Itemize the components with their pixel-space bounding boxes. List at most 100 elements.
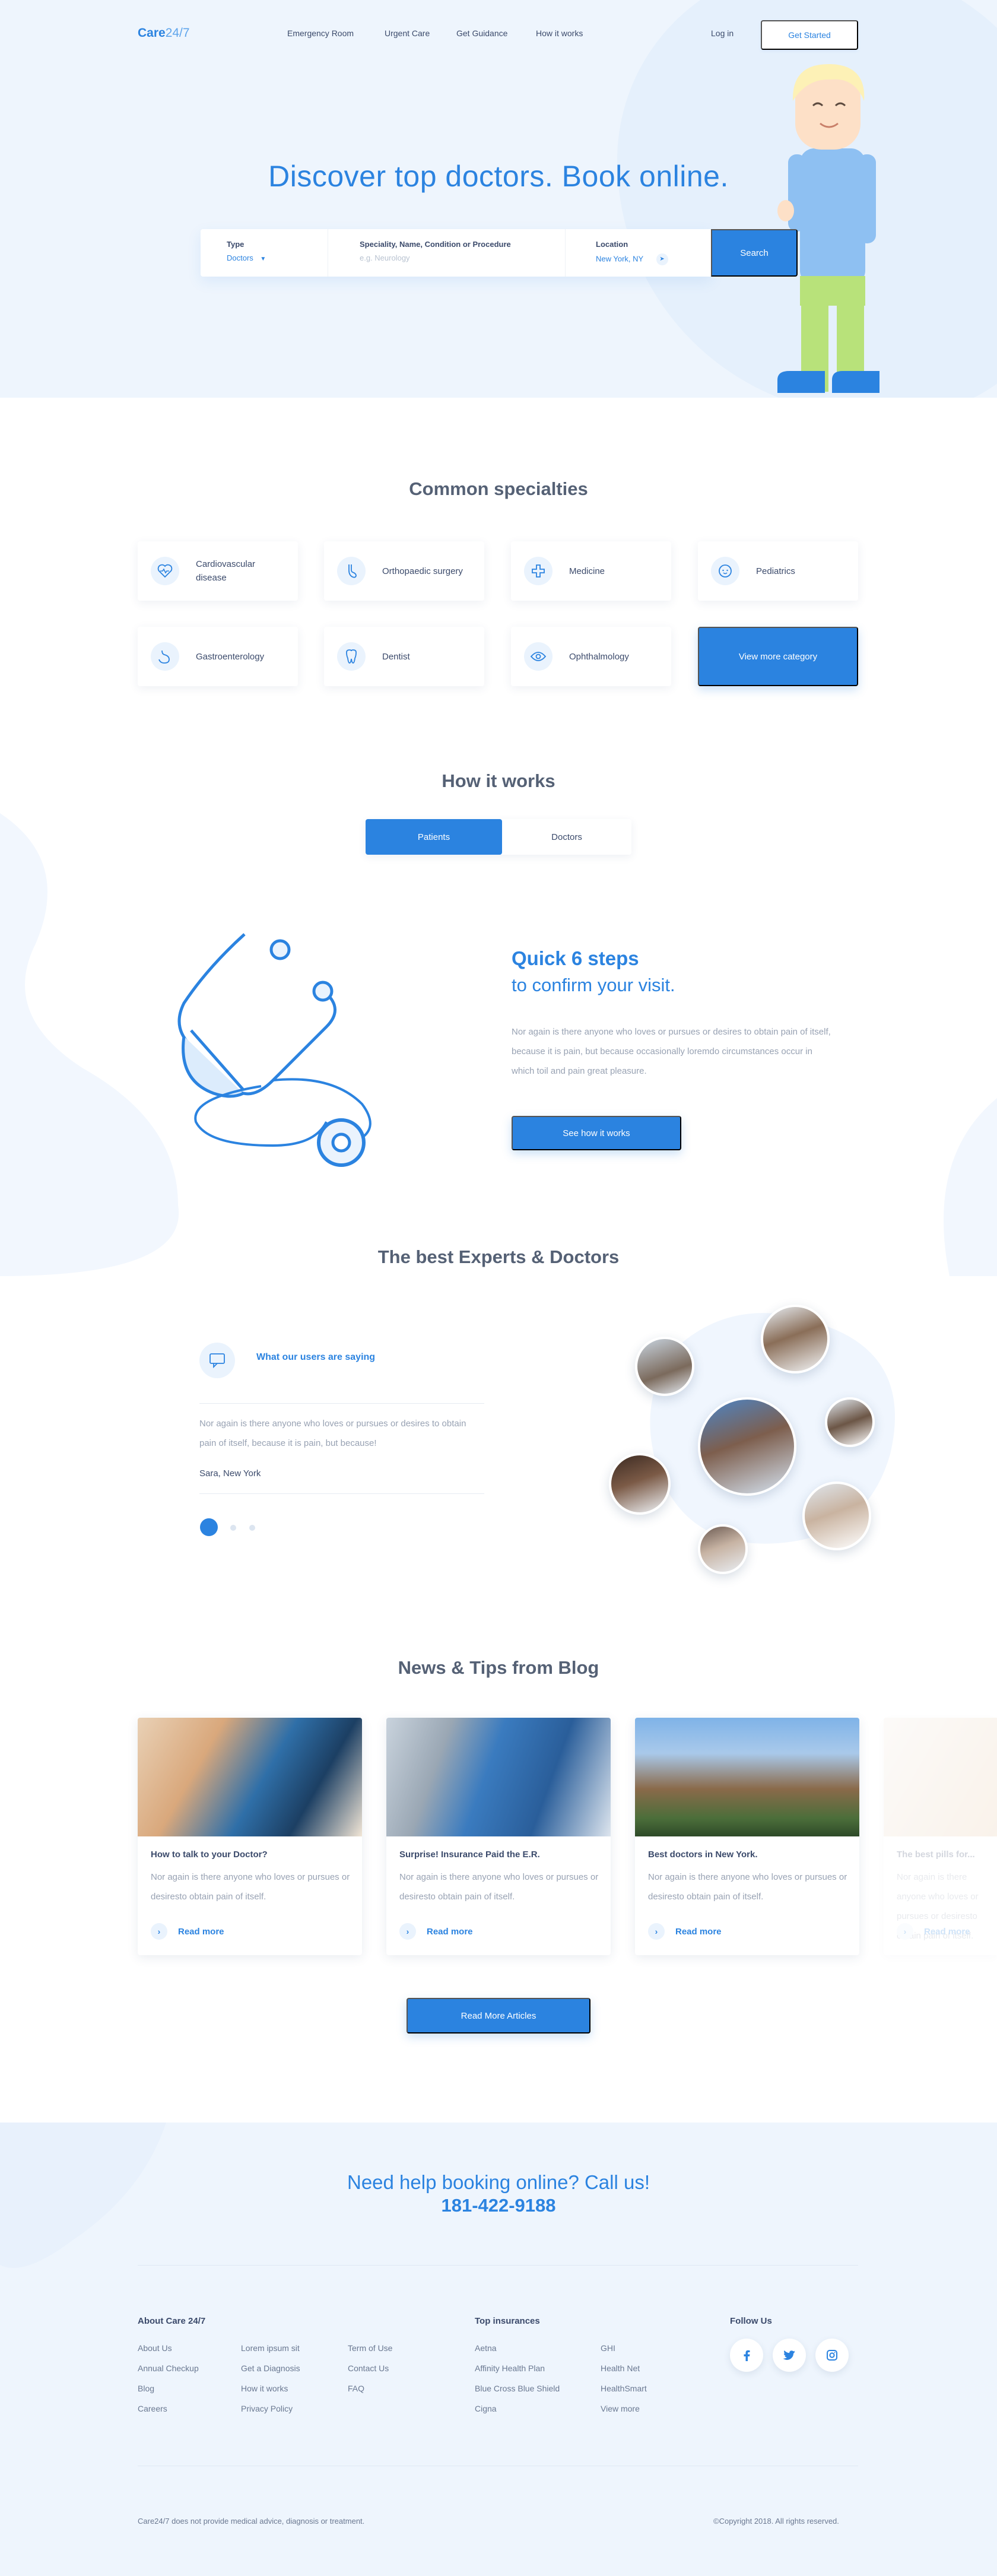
read-more-link[interactable]: › Read more	[648, 1923, 722, 1940]
footer-link[interactable]: Privacy Policy	[241, 2404, 293, 2413]
doctor-avatar[interactable]	[635, 1337, 694, 1396]
carousel-dot[interactable]	[249, 1525, 255, 1531]
read-more-link[interactable]: › Read more	[399, 1923, 473, 1940]
specialty-card-gastroenterology[interactable]: Gastroenterology	[138, 627, 298, 686]
specialty-label: Gastroenterology	[196, 651, 265, 662]
nav-get-guidance[interactable]: Get Guidance	[456, 28, 507, 38]
copyright: ©Copyright 2018. All rights reserved.	[713, 2517, 839, 2526]
caret-down-icon: ▼	[260, 256, 266, 262]
type-label: Type	[227, 240, 245, 249]
search-button[interactable]: Search	[711, 229, 798, 277]
doctor-avatar[interactable]	[698, 1524, 748, 1574]
blog-card[interactable]: How to talk to your Doctor? Nor again is…	[138, 1718, 362, 1955]
footer-link[interactable]: Cigna	[475, 2404, 497, 2413]
how-it-works-tabs: Patients Doctors	[366, 819, 631, 855]
footer-link[interactable]: HealthSmart	[601, 2384, 647, 2393]
footer-link[interactable]: Affinity Health Plan	[475, 2364, 545, 2373]
doctor-avatar[interactable]	[761, 1305, 830, 1373]
specialty-card-dentist[interactable]: Dentist	[324, 627, 484, 686]
footer-link[interactable]: Get a Diagnosis	[241, 2364, 300, 2373]
steps-title: Quick 6 steps	[512, 947, 639, 969]
tab-patients[interactable]: Patients	[366, 819, 502, 855]
doctor-avatar-featured[interactable]	[698, 1397, 796, 1496]
insurances-heading: Top insurances	[475, 2316, 540, 2326]
specialty-field[interactable]: Speciality, Name, Condition or Procedure…	[360, 240, 511, 262]
chat-bubble-icon	[199, 1343, 235, 1378]
twitter-icon[interactable]	[773, 2339, 806, 2372]
instagram-icon[interactable]	[815, 2339, 849, 2372]
stomach-icon	[151, 642, 179, 671]
specialty-label: Orthopaedic surgery	[382, 566, 463, 576]
divider	[199, 1493, 484, 1494]
read-more-link[interactable]: › Read more	[897, 1923, 970, 1940]
phone-number[interactable]: 181-422-9188	[0, 2195, 997, 2216]
footer-link[interactable]: View more	[601, 2404, 640, 2413]
blog-post-title[interactable]: Surprise! Insurance Paid the E.R.	[399, 1849, 540, 1860]
specialty-card-pediatrics[interactable]: Pediatrics	[698, 541, 858, 601]
testimonial-author: Sara, New York	[199, 1468, 261, 1479]
eye-icon	[524, 642, 553, 671]
specialty-card-orthopaedic[interactable]: Orthopaedic surgery	[324, 541, 484, 601]
logo[interactable]: Care24/7	[138, 26, 190, 40]
footer-link[interactable]: Contact Us	[348, 2364, 389, 2373]
how-it-works-background-wave	[0, 813, 997, 1276]
blog-post-title[interactable]: The best pills for...	[897, 1849, 997, 1860]
steps-description: Nor again is there anyone who loves or p…	[512, 1027, 831, 1076]
carousel-dot-active[interactable]	[200, 1518, 218, 1536]
divider	[199, 1403, 484, 1404]
read-more-articles-button[interactable]: Read More Articles	[407, 1998, 590, 2033]
location-field[interactable]: Location New York, NY ➤	[596, 240, 668, 265]
nav-how-it-works[interactable]: How it works	[536, 28, 583, 38]
tooth-icon	[337, 642, 366, 671]
footer-link[interactable]: Blog	[138, 2384, 154, 2393]
doctor-avatar[interactable]	[825, 1397, 875, 1447]
footer-link[interactable]: How it works	[241, 2384, 288, 2393]
specialty-card-ophthalmology[interactable]: Ophthalmology	[511, 627, 671, 686]
footer-link[interactable]: Aetna	[475, 2343, 497, 2353]
specialty-card-cardiovascular[interactable]: Cardiovascular disease	[138, 541, 298, 601]
read-more-link[interactable]: › Read more	[151, 1923, 224, 1940]
nav-emergency-room[interactable]: Emergency Room	[287, 28, 354, 38]
specialty-label: Pediatrics	[756, 566, 795, 576]
footer-link[interactable]: Blue Cross Blue Shield	[475, 2384, 560, 2393]
footer-link[interactable]: FAQ	[348, 2384, 364, 2393]
nav-urgent-care[interactable]: Urgent Care	[385, 28, 430, 38]
facebook-icon[interactable]	[730, 2339, 763, 2372]
follow-us-heading: Follow Us	[730, 2316, 772, 2326]
divider	[565, 229, 566, 277]
stethoscope-illustration	[177, 933, 372, 1167]
footer-link[interactable]: Annual Checkup	[138, 2364, 199, 2373]
blog-card[interactable]: Surprise! Insurance Paid the E.R. Nor ag…	[386, 1718, 611, 1955]
see-how-it-works-button[interactable]: See how it works	[512, 1116, 681, 1150]
doctor-avatar[interactable]	[609, 1453, 671, 1515]
specialty-card-medicine[interactable]: Medicine	[511, 541, 671, 601]
blog-post-title[interactable]: Best doctors in New York.	[648, 1849, 758, 1860]
doctor-avatar[interactable]	[802, 1481, 871, 1550]
location-input[interactable]: New York, NY ➤	[596, 253, 668, 265]
hero-section: Care24/7 Emergency Room Urgent Care Get …	[0, 0, 997, 398]
view-more-category-button[interactable]: View more category	[698, 627, 858, 686]
blog-card[interactable]: Best doctors in New York. Nor again is t…	[635, 1718, 859, 1955]
locate-icon[interactable]: ➤	[656, 253, 668, 265]
specialty-label: Ophthalmology	[569, 651, 629, 662]
testimonial-quote: Nor again is there anyone who loves or p…	[199, 1419, 466, 1448]
chevron-right-icon: ›	[897, 1923, 913, 1940]
blog-card-faded[interactable]: The best pills for... Nor again is there…	[884, 1718, 997, 1955]
get-started-button[interactable]: Get Started	[761, 20, 858, 50]
carousel-dot[interactable]	[230, 1525, 236, 1531]
footer-link[interactable]: Careers	[138, 2404, 167, 2413]
footer-link[interactable]: Term of Use	[348, 2343, 392, 2353]
footer-link[interactable]: About Us	[138, 2343, 172, 2353]
tab-doctors[interactable]: Doctors	[498, 819, 635, 855]
specialties-title: Common specialties	[409, 478, 588, 499]
login-link[interactable]: Log in	[711, 28, 734, 38]
footer-link[interactable]: Lorem ipsum sit	[241, 2343, 300, 2353]
type-field[interactable]: Type Doctors ▼	[227, 240, 266, 262]
heart-pulse-icon	[151, 557, 179, 585]
footer-link[interactable]: Health Net	[601, 2364, 640, 2373]
type-select[interactable]: Doctors ▼	[227, 253, 266, 262]
footer-link[interactable]: GHI	[601, 2343, 615, 2353]
blog-post-excerpt: Nor again is there anyone who loves or p…	[151, 1872, 350, 1902]
specialty-input[interactable]: e.g. Neurology	[360, 253, 511, 262]
blog-post-title[interactable]: How to talk to your Doctor?	[151, 1849, 268, 1860]
